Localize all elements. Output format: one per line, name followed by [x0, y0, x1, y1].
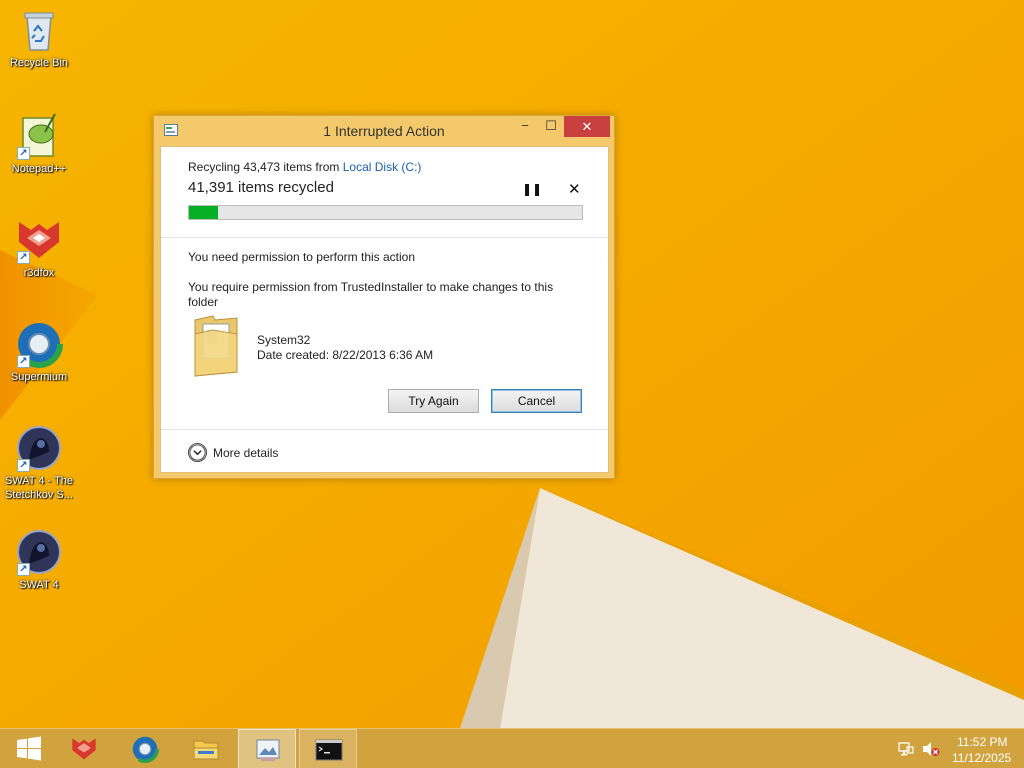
minimize-button[interactable]: −	[512, 116, 538, 137]
pause-button[interactable]: ❚❚	[522, 182, 542, 196]
file-explorer-icon	[193, 740, 219, 760]
desktop-icon-swat4-expansion[interactable]: ↗ SWAT 4 - The Stetchkov S...	[0, 424, 78, 502]
progress-fill	[189, 206, 219, 219]
taskbar-supermium[interactable]	[116, 729, 174, 768]
volume-muted-icon[interactable]	[922, 741, 940, 757]
shortcut-arrow-icon: ↗	[17, 355, 30, 368]
dialog-content: Recycling 43,473 items from Local Disk (…	[160, 146, 609, 473]
stop-operation-button[interactable]: ✕	[568, 180, 582, 198]
clock-date[interactable]: 11/12/2025	[952, 751, 1011, 765]
desktop-icon-notepad-plus-plus[interactable]: ↗ Notepad++	[0, 112, 78, 176]
taskbar-file-explorer[interactable]	[177, 729, 235, 768]
items-recycled-count: 41,391 items recycled	[188, 179, 334, 196]
shortcut-arrow-icon: ↗	[17, 147, 30, 160]
taskbar-photos[interactable]	[238, 729, 296, 768]
close-button[interactable]: ✕	[564, 116, 610, 137]
desktop-icon-recycle-bin[interactable]: Recycle Bin	[0, 6, 78, 70]
desktop-icon-label: SWAT 4 - The Stetchkov S...	[4, 475, 74, 501]
desktop-icon-swat4[interactable]: ↗ SWAT 4	[0, 528, 78, 592]
supermium-icon	[131, 735, 159, 763]
operation-description: Recycling 43,473 items from Local Disk (…	[188, 160, 421, 174]
clock-time[interactable]: 11:52 PM	[957, 735, 1007, 749]
start-button[interactable]	[0, 729, 58, 768]
maximize-button[interactable]: ☐	[538, 116, 564, 137]
r3dfox-icon	[72, 738, 96, 760]
supermium-icon: ↗	[15, 320, 63, 368]
network-icon[interactable]	[898, 741, 914, 757]
desktop-icon-supermium[interactable]: ↗ Supermium	[0, 320, 78, 384]
permission-detail: You require permission from TrustedInsta…	[188, 280, 554, 309]
taskbar: 11:52 PM 11/12/2025	[0, 728, 1024, 768]
desktop-icon-label: r3dfox	[23, 267, 55, 279]
shortcut-arrow-icon: ↗	[17, 563, 30, 576]
folder-icon	[194, 315, 238, 377]
permission-heading: You need permission to perform this acti…	[188, 250, 416, 264]
chevron-down-icon	[188, 443, 207, 462]
r3dfox-icon: ↗	[15, 216, 63, 264]
operation-prefix: Recycling 43,473 items from	[188, 160, 343, 174]
folder-name: System32	[257, 333, 311, 347]
divider	[161, 237, 608, 238]
swat4-expansion-icon: ↗	[15, 424, 63, 472]
desktop-icon-label: Supermium	[10, 371, 68, 383]
taskbar-command-prompt[interactable]	[299, 729, 357, 768]
photos-icon	[256, 739, 280, 761]
start-icon	[17, 736, 41, 761]
swat4-icon: ↗	[15, 528, 63, 576]
dialog-titlebar[interactable]: 1 Interrupted Action − ☐ ✕	[154, 116, 614, 146]
command-prompt-icon	[315, 739, 343, 761]
more-details-label: More details	[213, 446, 279, 460]
desktop-icon-label: SWAT 4	[19, 579, 59, 591]
cancel-button[interactable]: Cancel	[491, 389, 582, 413]
notepad-plus-plus-icon: ↗	[15, 112, 63, 160]
divider	[161, 429, 608, 430]
try-again-button[interactable]: Try Again	[388, 389, 479, 413]
desktop-icon-label: Recycle Bin	[9, 57, 69, 69]
source-location-link[interactable]: Local Disk (C:)	[343, 160, 422, 174]
interrupted-action-dialog: 1 Interrupted Action − ☐ ✕ Recycling 43,…	[153, 115, 615, 479]
folder-date-created: Date created: 8/22/2013 6:36 AM	[257, 348, 434, 362]
taskbar-r3dfox[interactable]	[55, 729, 113, 768]
progress-bar	[188, 205, 583, 220]
desktop-icon-r3dfox[interactable]: ↗ r3dfox	[0, 216, 78, 280]
shortcut-arrow-icon: ↗	[17, 459, 30, 472]
recycle-bin-icon	[15, 6, 63, 54]
shortcut-arrow-icon: ↗	[17, 251, 30, 264]
desktop-icon-label: Notepad++	[11, 163, 67, 175]
